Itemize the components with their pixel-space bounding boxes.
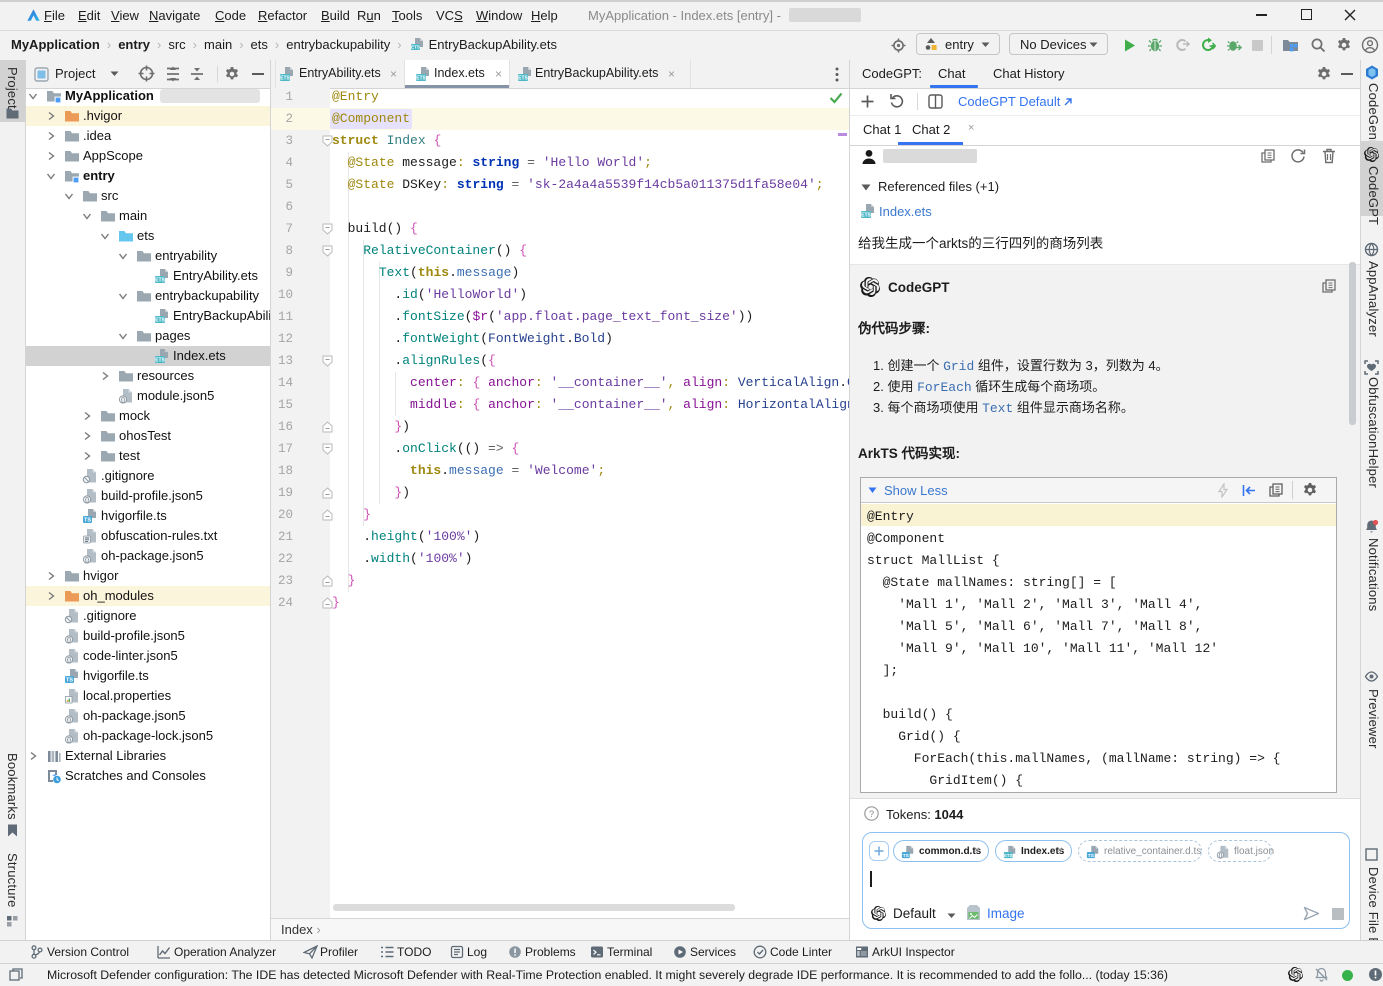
svg-text:ETS: ETS [155,318,165,324]
svg-text:TS: TS [84,518,91,524]
svg-text:ETS: ETS [861,213,871,219]
svg-text:TS: TS [1088,853,1095,859]
svg-text:ETS: ETS [1004,853,1013,858]
svg-text:ETS: ETS [411,45,420,50]
svg-text:{}: {} [1218,853,1222,859]
svg-text:ETS: ETS [518,76,528,82]
svg-text:?: ? [869,809,874,820]
svg-text:ETS: ETS [155,278,165,284]
svg-text:ETS: ETS [155,358,165,364]
svg-text:ETS: ETS [416,76,426,82]
svg-text:ETS: ETS [280,76,290,82]
svg-text:TS: TS [903,853,910,859]
svg-text:TS: TS [66,678,73,684]
